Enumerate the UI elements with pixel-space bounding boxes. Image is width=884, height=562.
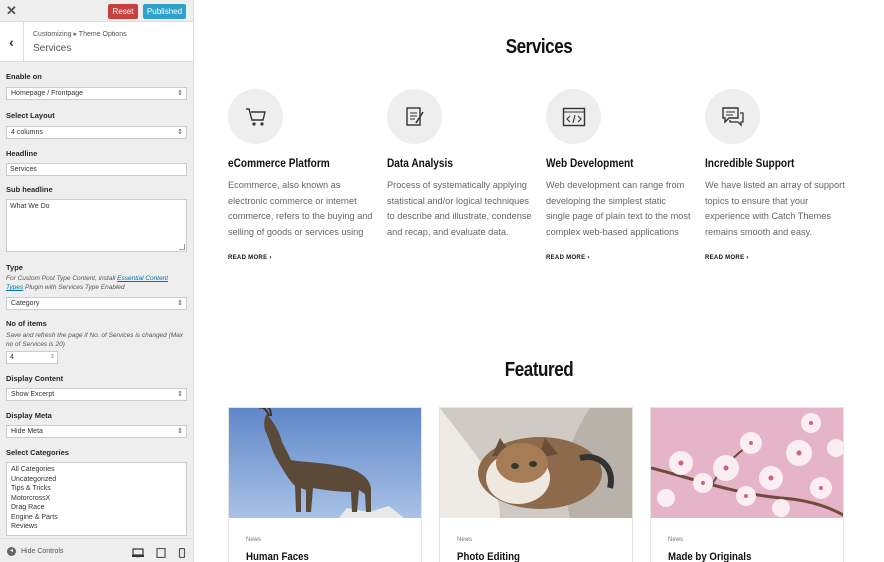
category-option[interactable]: Tips & Tricks — [11, 484, 182, 494]
section-header: ‹ Customizing ▸ Theme Options Services — [0, 22, 193, 62]
service-text: Process of systematically applying stati… — [387, 180, 532, 237]
card-title[interactable]: Photo Editing — [457, 551, 520, 562]
site-preview: Services eCommerce Platform Ecommerce, a… — [194, 0, 884, 562]
card-title[interactable]: Human Faces — [246, 551, 309, 562]
categories-multiselect[interactable]: All Categories Uncategorized Tips & Tric… — [6, 462, 187, 536]
reset-button[interactable]: Reset — [108, 4, 138, 19]
arrow-left-icon: ◂ — [7, 547, 16, 556]
service-title: Data Analysis — [387, 158, 453, 170]
service-title: Web Development — [546, 158, 634, 170]
hide-controls-label: Hide Controls — [21, 548, 64, 555]
sidebar-footer: ◂ Hide Controls — [0, 538, 193, 562]
back-icon[interactable]: ‹ — [0, 22, 24, 62]
no-of-items-description: Save and refresh the page if No. of Serv… — [6, 332, 184, 348]
service-item: eCommerce Platform Ecommerce, also known… — [228, 89, 373, 261]
enable-on-select[interactable]: Homepage / Frontpage — [6, 87, 187, 100]
category-option[interactable]: Reviews — [11, 522, 182, 532]
select-categories-label: Select Categories — [6, 448, 69, 457]
display-content-select[interactable]: Show Excerpt — [6, 388, 187, 401]
category-option[interactable]: Engine & Parts — [11, 513, 182, 523]
no-of-items-stepper[interactable]: 4 — [6, 351, 58, 364]
category-option[interactable]: Drag Race — [11, 503, 182, 513]
read-more-link[interactable]: READ MORE › — [228, 255, 373, 261]
headline-label: Headline — [6, 149, 38, 158]
enable-on-label: Enable on — [6, 72, 42, 81]
sub-headline-label: Sub headline — [6, 185, 53, 194]
featured-heading: Featured — [504, 359, 574, 381]
hide-controls-button[interactable]: ◂ Hide Controls — [7, 547, 63, 556]
section-title: Services — [33, 43, 72, 54]
display-meta-select[interactable]: Hide Meta — [6, 425, 187, 438]
type-label: Type — [6, 263, 23, 272]
select-layout-label: Select Layout — [6, 111, 55, 120]
headline-input[interactable]: Services — [6, 163, 187, 176]
display-meta-label: Display Meta — [6, 411, 52, 420]
card-category: News — [668, 537, 684, 543]
read-more-link[interactable]: READ MORE › — [546, 255, 691, 261]
card-category: News — [246, 537, 262, 543]
sub-headline-textarea[interactable]: What We Do — [6, 199, 187, 252]
services-heading: Services — [505, 36, 573, 58]
card-title[interactable]: Made by Originals — [668, 551, 751, 562]
no-of-items-label: No of items — [6, 319, 47, 328]
breadcrumb: Customizing ▸ Theme Options — [33, 31, 127, 38]
published-button[interactable]: Published — [143, 4, 186, 19]
type-select[interactable]: Category — [6, 297, 187, 310]
tablet-icon[interactable] — [155, 545, 167, 559]
customizer-sidebar: ✕ Reset Published ‹ Customizing ▸ Theme … — [0, 0, 194, 562]
customizer-app: ✕ Reset Published ‹ Customizing ▸ Theme … — [0, 0, 884, 562]
document-icon — [387, 89, 442, 144]
category-option[interactable]: All Categories — [11, 465, 182, 475]
mobile-icon[interactable] — [178, 545, 190, 559]
category-option[interactable]: MotorcrossX — [11, 494, 182, 504]
service-item: Web Development Web development can rang… — [546, 89, 691, 261]
display-content-label: Display Content — [6, 374, 64, 383]
blossom-photo — [651, 408, 843, 518]
service-title: Incredible Support — [705, 158, 795, 170]
sidebar-topbar: ✕ Reset Published — [0, 0, 193, 22]
cart-icon — [228, 89, 283, 144]
select-layout-select[interactable]: 4 columns — [6, 126, 187, 139]
featured-card[interactable]: News Photo Editing — [439, 407, 633, 562]
goat-photo — [229, 408, 421, 518]
featured-card[interactable]: News Human Faces — [228, 407, 422, 562]
cat-photo — [440, 408, 632, 518]
service-text: We have listed an array of support topic… — [705, 180, 845, 237]
service-text: Web development can range from developin… — [546, 180, 691, 237]
chat-icon — [705, 89, 760, 144]
service-title: eCommerce Platform — [228, 158, 330, 170]
controls-panel: Enable on Homepage / Frontpage Select La… — [0, 72, 193, 536]
close-icon[interactable]: ✕ — [6, 3, 17, 19]
desktop-icon[interactable] — [132, 545, 144, 558]
read-more-link[interactable]: READ MORE › — [705, 255, 850, 261]
service-text: Ecommerce, also known as electronic comm… — [228, 180, 373, 237]
category-option[interactable]: Uncategorized — [11, 475, 182, 485]
code-window-icon — [546, 89, 601, 144]
service-item: Data Analysis Process of systematically … — [387, 89, 532, 240]
card-category: News — [457, 537, 473, 543]
service-item: Incredible Support We have listed an arr… — [705, 89, 850, 261]
featured-card[interactable]: News Made by Originals — [650, 407, 844, 562]
type-description: For Custom Post Type Content, install Es… — [6, 275, 169, 291]
